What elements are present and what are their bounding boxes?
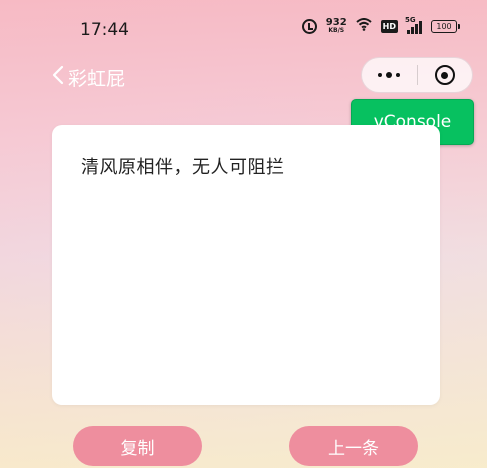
network-speed-unit: KB/S	[328, 26, 345, 34]
status-bar: 17:44 932 KB/S HD 5G 100	[0, 0, 487, 60]
status-icons: 932 KB/S HD 5G 100	[301, 16, 460, 35]
network-type-label: 5G	[405, 15, 416, 24]
more-dots-icon[interactable]	[362, 58, 417, 92]
alarm-icon	[301, 19, 317, 34]
chevron-left-icon	[52, 65, 64, 90]
miniprogram-capsule	[361, 57, 473, 93]
status-time: 17:44	[80, 20, 129, 40]
battery-level: 100	[436, 22, 452, 31]
wifi-icon	[356, 18, 372, 35]
content-card: 清风原相伴，无人可阻拦	[52, 125, 440, 405]
back-button[interactable]: 彩虹屁	[52, 64, 125, 91]
compliment-text: 清风原相伴，无人可阻拦	[81, 157, 285, 178]
copy-button[interactable]: 复制	[73, 426, 202, 466]
hd-icon: HD	[380, 20, 398, 33]
signal-icon: 5G	[405, 16, 422, 34]
network-speed: 932 KB/S	[325, 16, 347, 35]
battery-icon: 100	[431, 20, 460, 33]
network-speed-value: 932	[325, 16, 347, 28]
previous-button[interactable]: 上一条	[289, 426, 418, 466]
page-title: 彩虹屁	[68, 68, 126, 90]
target-close-icon[interactable]	[418, 58, 473, 92]
